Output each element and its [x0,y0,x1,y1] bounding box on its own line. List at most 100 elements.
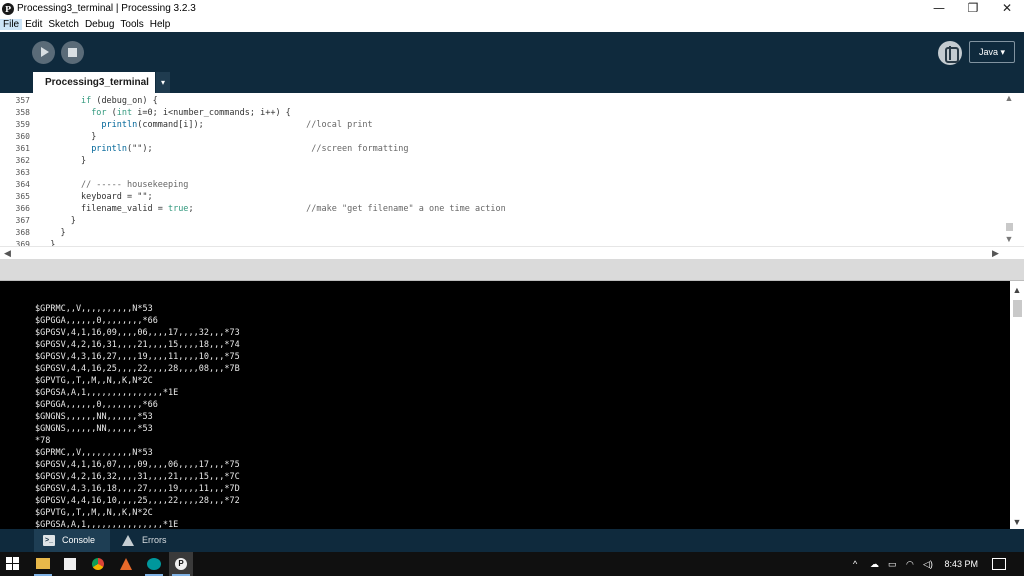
line-number: 368 [15,228,30,237]
console-line: $GPGSV,4,3,16,18,,,,27,,,,19,,,,11,,,*7D [35,484,240,494]
console-line: $GPGSV,4,3,16,27,,,,19,,,,11,,,,10,,,*75 [35,352,240,362]
console-line: $GPGSV,4,4,16,25,,,,22,,,,28,,,,08,,,*7B [35,364,240,374]
restore-button[interactable]: ❐ [956,0,990,17]
console-line: $GPRMC,,V,,,,,,,,,,N*53 [35,448,153,458]
code-text: println(command[i]); //local print [101,120,373,130]
run-button[interactable] [32,41,55,64]
console-output[interactable]: $GPRMC,,V,,,,,,,,,,N*53 $GPGGA,,,,,,0,,,,… [0,281,1010,529]
line-number: 357 [15,96,30,105]
scroll-up-icon[interactable]: ▲ [1004,93,1014,103]
windows-taskbar: P ^ ☁ ▭ ◠ ◁) 8:43 PM [0,552,1024,576]
tab-console-label: Console [62,535,96,545]
volume-icon[interactable]: ◁) [923,559,933,569]
line-number: 362 [15,156,30,165]
processing-logo-icon: P [2,2,14,15]
scroll-up-icon[interactable]: ▲ [1010,285,1024,295]
taskbar-arduino[interactable] [142,552,166,576]
console-line: $GPVTG,,T,,M,,N,,K,N*2C [35,508,153,518]
folder-icon [36,558,50,569]
taskbar-processing[interactable]: P [169,552,193,576]
line-number: 369 [15,240,30,246]
menu-debug[interactable]: Debug [82,19,117,30]
console-line: $GPGSV,4,2,16,32,,,,31,,,,21,,,,15,,,*7C [35,472,240,482]
console-line: $GPGGA,,,,,,0,,,,,,,,*66 [35,400,158,410]
scroll-thumb[interactable] [1013,300,1022,317]
code-text: } [70,216,76,226]
taskbar-store[interactable] [58,552,82,576]
window-controls: — ❐ ✕ [922,0,1024,17]
editor-horizontal-scrollbar[interactable]: ◀ ▶ [0,246,1024,259]
scroll-thumb[interactable] [1006,223,1013,231]
console-line: $GPGSA,A,1,,,,,,,,,,,,,,,*1E [35,388,179,398]
tab-menu-button[interactable]: ▾ [156,72,170,93]
taskbar-app[interactable] [114,552,138,576]
code-text: } [80,156,87,166]
code-text: } [60,228,66,238]
console-line: $GPGSV,4,1,16,09,,,,06,,,,17,,,,32,,,*73 [35,328,240,338]
console-icon: >_ [43,535,55,546]
title-bar: P Processing3_terminal | Processing 3.2.… [0,0,1024,17]
app-icon [120,558,132,570]
mode-selector[interactable]: Java ▾ [969,41,1015,63]
tab-sketch[interactable]: Processing3_terminal [33,72,155,93]
window-title: Processing3_terminal | Processing 3.2.3 [17,3,196,14]
chrome-icon [92,558,104,570]
console-line: $GPGSV,4,4,16,10,,,,25,,,,22,,,,28,,,*72 [35,496,240,506]
code-text: for (int i=0; i<number_commands; i++) { [91,108,291,118]
taskbar-file-explorer[interactable] [31,552,55,576]
tab-errors[interactable]: Errors [114,529,184,552]
taskbar-clock[interactable]: 8:43 PM [944,552,978,576]
editor-vertical-scrollbar[interactable]: ▲ ▼ [1004,93,1014,246]
line-number: 360 [15,132,30,141]
menu-help[interactable]: Help [147,19,174,30]
console-line: $GPGSV,4,1,16,07,,,,09,,,,06,,,,17,,,*75 [35,460,240,470]
taskbar-chrome[interactable] [86,552,110,576]
line-number: 367 [15,216,30,225]
tray-chevron-icon[interactable]: ^ [853,559,857,569]
warning-icon [122,535,134,546]
battery-icon[interactable]: ▭ [888,559,897,569]
console-tab-bar: >_ Console Errors [0,529,1024,552]
pane-divider[interactable] [0,259,1024,281]
console-line: *78 [35,436,51,446]
console-line: $GPGSA,A,1,,,,,,,,,,,,,,,*1E [35,520,179,529]
stop-icon [68,48,77,57]
console-line: $GPRMC,,V,,,,,,,,,,N*53 [35,304,153,314]
code-text: } [50,240,56,246]
menu-sketch[interactable]: Sketch [45,19,82,30]
console-line: $GNGNS,,,,,,NN,,,,,,*53 [35,412,153,422]
code-text: if (debug_on) { [80,96,158,106]
tab-errors-label: Errors [142,535,167,545]
store-icon [64,558,76,570]
scroll-down-icon[interactable]: ▼ [1004,234,1014,244]
code-text: } [91,132,97,142]
console-vertical-scrollbar[interactable]: ▲ ▼ [1010,281,1024,529]
code-text: println(""); //screen formatting [91,144,409,154]
line-number: 363 [15,168,30,177]
debug-icon[interactable] [938,41,962,65]
stop-button[interactable] [61,41,84,64]
menu-file[interactable]: File [0,19,23,30]
line-number: 366 [15,204,30,213]
line-number: 364 [15,180,30,189]
code-text: keyboard = ""; [80,192,153,202]
scroll-left-icon[interactable]: ◀ [4,247,11,259]
scroll-right-icon[interactable]: ▶ [992,247,999,259]
code-editor[interactable]: 357 if (debug_on) {358 for (int i=0; i<n… [0,93,1024,246]
notifications-icon[interactable] [992,558,1006,570]
code-text: // ----- housekeeping [80,180,189,190]
onedrive-icon[interactable]: ☁ [870,559,879,569]
tab-console[interactable]: >_ Console [34,529,110,552]
menu-bar: File Edit Sketch Debug Tools Help [0,17,1024,32]
wifi-icon[interactable]: ◠ [906,559,914,569]
menu-tools[interactable]: Tools [117,19,146,30]
processing-logo-icon: P [175,558,187,570]
menu-edit[interactable]: Edit [22,19,45,30]
close-button[interactable]: ✕ [990,0,1024,17]
scroll-down-icon[interactable]: ▼ [1010,517,1024,527]
toolbar: Java ▾ [0,32,1024,72]
console-line: $GPVTG,,T,,M,,N,,K,N*2C [35,376,153,386]
minimize-button[interactable]: — [922,0,956,17]
console-line: $GPGGA,,,,,,0,,,,,,,,*66 [35,316,158,326]
windows-start-icon[interactable] [6,557,20,571]
